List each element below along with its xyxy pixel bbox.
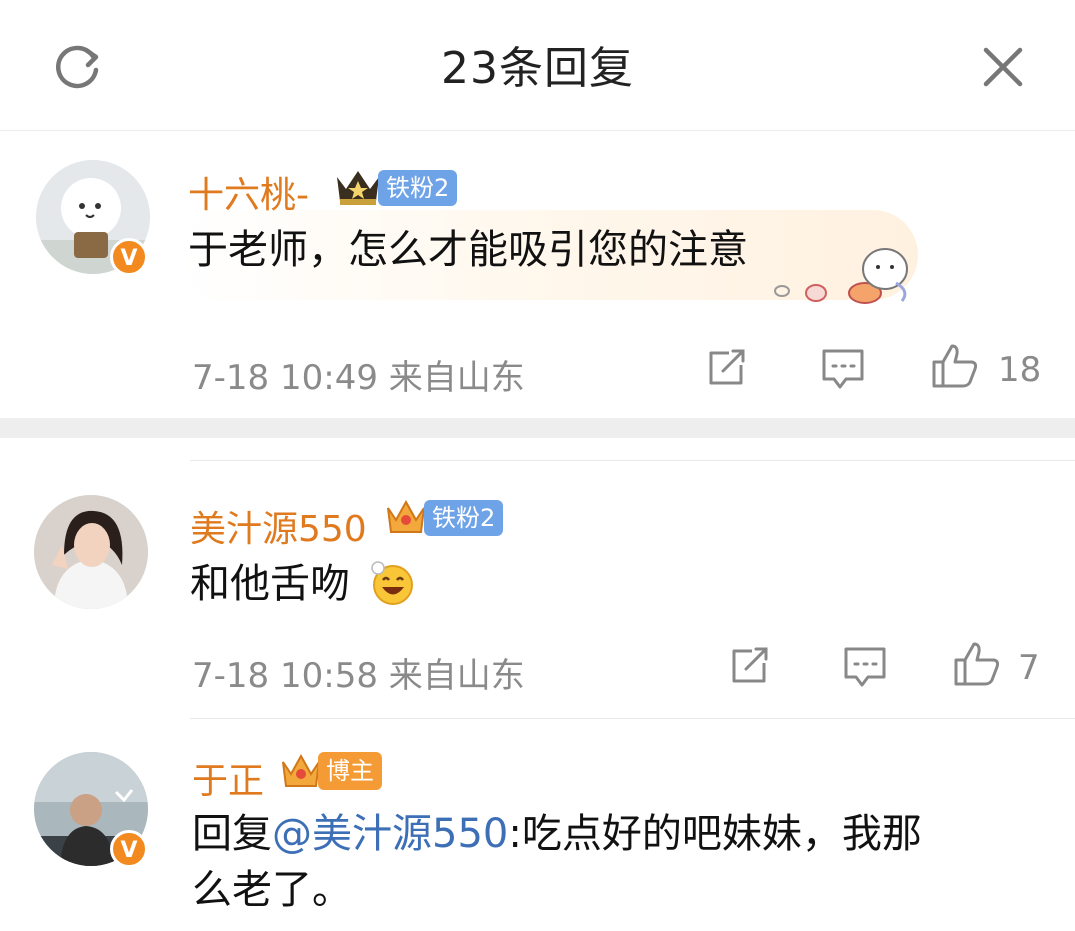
username[interactable]: 于正 bbox=[192, 752, 264, 804]
repost-icon[interactable] bbox=[705, 347, 749, 393]
grin-emoji-icon bbox=[368, 558, 418, 612]
reply-header: 23条回复 bbox=[0, 0, 1075, 131]
username[interactable]: 十六桃- bbox=[188, 166, 309, 218]
verified-badge: V bbox=[110, 830, 148, 868]
comment-icon[interactable] bbox=[820, 347, 866, 395]
blogger-badge: 博主 bbox=[318, 752, 382, 790]
username[interactable]: 美汁源550 bbox=[190, 500, 367, 552]
reply-text: :吃点好的吧妹妹，我那 bbox=[508, 811, 922, 857]
comment-text-line2: 么老了。 bbox=[192, 867, 352, 913]
fan-badge: 铁粉2 bbox=[378, 170, 458, 206]
sticker-icon bbox=[770, 245, 920, 311]
like-count: 18 bbox=[998, 350, 1042, 390]
time-location: 7-18 10:49 来自山东 bbox=[192, 358, 525, 398]
like-count: 7 bbox=[1018, 648, 1040, 688]
comment-text-line1: 回复@美汁源550:吃点好的吧妹妹，我那 bbox=[192, 804, 922, 864]
comment-text: 于老师，怎么才能吸引您的注意 bbox=[188, 227, 748, 273]
comment-text: 和他舌吻 bbox=[190, 561, 350, 607]
like-icon[interactable] bbox=[930, 342, 980, 394]
crown-icon bbox=[334, 167, 382, 211]
page-title: 23条回复 bbox=[441, 43, 634, 94]
avatar[interactable] bbox=[34, 495, 148, 609]
section-separator bbox=[0, 418, 1075, 438]
reply-prefix: 回复 bbox=[192, 811, 272, 857]
close-icon[interactable] bbox=[978, 42, 1028, 92]
verified-badge: V bbox=[110, 238, 148, 276]
repost-icon[interactable] bbox=[728, 645, 772, 691]
divider bbox=[190, 460, 1075, 461]
crown-icon bbox=[385, 496, 427, 542]
crown-icon bbox=[280, 750, 322, 796]
divider bbox=[190, 718, 1075, 719]
like-icon[interactable] bbox=[952, 640, 1002, 692]
mention-link[interactable]: @美汁源550 bbox=[272, 811, 508, 857]
fan-badge: 铁粉2 bbox=[424, 500, 504, 536]
comment-icon[interactable] bbox=[842, 645, 888, 693]
time-location: 7-18 10:58 来自山东 bbox=[192, 656, 525, 696]
